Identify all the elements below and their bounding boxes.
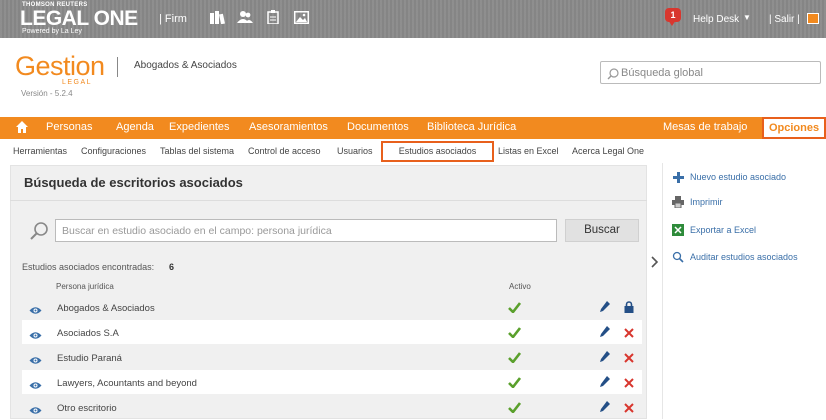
table-row[interactable]: Abogados & Asociados <box>22 295 642 319</box>
export-excel-link[interactable]: Exportar a Excel <box>672 224 756 236</box>
row-name: Asociados S.A <box>57 328 119 339</box>
table-row[interactable]: Asociados S.A <box>22 320 642 344</box>
results-count: 6 <box>169 262 175 272</box>
help-desk-link[interactable]: Help Desk <box>693 14 739 25</box>
header-divider <box>117 57 118 77</box>
eye-icon[interactable] <box>29 352 42 370</box>
subnav-usuarios[interactable]: Usuarios <box>337 146 373 156</box>
orange-square-icon[interactable] <box>807 13 819 24</box>
subnav-control-acceso[interactable]: Control de acceso <box>248 146 321 156</box>
column-header-activo[interactable]: Activo <box>509 282 531 291</box>
delete-icon[interactable] <box>624 400 634 418</box>
firm-name: Abogados & Asociados <box>134 60 237 71</box>
image-icon[interactable] <box>293 9 309 25</box>
subnav-acerca[interactable]: Acerca Legal One <box>572 146 644 156</box>
logo-text: Gestion <box>15 51 105 81</box>
subnav-estudios-asociados[interactable]: Estudios asociados <box>381 141 494 162</box>
delete-icon[interactable] <box>624 325 634 343</box>
app-version: Versión - 5.2.4 <box>21 89 73 98</box>
table-row[interactable]: Estudio Paraná <box>22 345 642 369</box>
users-icon[interactable] <box>237 9 253 25</box>
brand-powered: Powered by La Ley <box>22 28 82 35</box>
chevron-down-icon[interactable]: ▼ <box>743 13 751 22</box>
eye-icon[interactable] <box>29 402 42 420</box>
global-search-input[interactable]: Búsqueda global <box>600 61 821 84</box>
pencil-icon[interactable] <box>600 300 610 318</box>
chevron-right-icon[interactable] <box>651 256 659 271</box>
lock-icon[interactable] <box>624 300 634 318</box>
app-logo[interactable]: Gestion LEGAL <box>15 51 105 86</box>
eye-icon[interactable] <box>29 302 42 320</box>
eye-icon[interactable] <box>29 327 42 345</box>
top-bar: THOMSON REUTERS LEGAL ONE Powered by La … <box>0 0 826 38</box>
nav-item-mesas[interactable]: Mesas de trabajo <box>663 121 747 133</box>
check-icon <box>508 350 522 368</box>
home-icon[interactable] <box>15 120 29 139</box>
nav-item-personas[interactable]: Personas <box>46 121 92 133</box>
new-associate-label: Nuevo estudio asociado <box>690 172 787 182</box>
print-label: Imprimir <box>690 197 723 207</box>
table-row[interactable]: Otro escritorio <box>22 395 642 419</box>
print-link[interactable]: Imprimir <box>672 196 723 208</box>
check-icon <box>508 400 522 418</box>
delete-icon[interactable] <box>624 350 634 368</box>
row-name: Abogados & Asociados <box>57 303 155 314</box>
search-icon <box>29 221 49 246</box>
nav-item-expedientes[interactable]: Expedientes <box>169 121 230 133</box>
pencil-icon[interactable] <box>600 350 610 368</box>
panel-divider <box>10 200 647 201</box>
nav-item-biblioteca[interactable]: Biblioteca Jurídica <box>427 121 516 133</box>
notification-tail <box>668 20 676 26</box>
export-excel-label: Exportar a Excel <box>690 225 757 235</box>
results-count-label: Estudios asociados encontradas: <box>22 262 155 272</box>
nav-item-opciones[interactable]: Opciones <box>762 117 826 139</box>
table-row[interactable]: Lawyers, Acountants and beyond <box>22 370 642 394</box>
subnav-listas-excel[interactable]: Listas en Excel <box>498 146 559 156</box>
subnav-tablas[interactable]: Tablas del sistema <box>160 146 234 156</box>
pencil-icon[interactable] <box>600 375 610 393</box>
printer-icon <box>672 196 684 208</box>
audit-label: Auditar estudios asociados <box>690 252 798 262</box>
new-associate-link[interactable]: Nuevo estudio asociado <box>672 171 786 183</box>
search-button[interactable]: Buscar <box>565 219 639 242</box>
row-name: Lawyers, Acountants and beyond <box>57 378 197 389</box>
top-icon-group <box>209 9 309 25</box>
clipboard-icon[interactable] <box>265 9 281 25</box>
sidebar-divider <box>662 163 663 419</box>
pencil-icon[interactable] <box>600 400 610 418</box>
delete-icon[interactable] <box>624 375 634 393</box>
subnav-herramientas[interactable]: Herramientas <box>13 146 67 156</box>
associate-search-input[interactable]: Buscar en estudio asociado en el campo: … <box>55 219 557 242</box>
global-search-placeholder: Búsqueda global <box>621 67 703 79</box>
magnifier-icon <box>672 251 684 263</box>
associate-search-placeholder: Buscar en estudio asociado en el campo: … <box>62 225 332 237</box>
nav-item-asesoramientos[interactable]: Asesoramientos <box>249 121 328 133</box>
plus-icon <box>672 171 684 183</box>
eye-icon[interactable] <box>29 377 42 395</box>
check-icon <box>508 375 522 393</box>
notification-badge[interactable]: 1 <box>665 8 681 26</box>
row-name: Estudio Paraná <box>57 353 122 364</box>
page-title: Búsqueda de escritorios asociados <box>24 175 243 190</box>
subnav-configuraciones[interactable]: Configuraciones <box>81 146 146 156</box>
logout-link[interactable]: | Salir | <box>769 14 800 25</box>
nav-opciones-label: Opciones <box>768 122 820 134</box>
pencil-icon[interactable] <box>600 325 610 343</box>
nav-item-agenda[interactable]: Agenda <box>116 121 154 133</box>
audit-link[interactable]: Auditar estudios asociados <box>672 251 798 263</box>
nav-item-documentos[interactable]: Documentos <box>347 121 409 133</box>
subnav-estudios-label: Estudios asociados <box>398 146 477 156</box>
main-nav: Personas Agenda Expedientes Asesoramient… <box>0 117 826 139</box>
logo-subtitle: LEGAL <box>62 79 93 86</box>
row-name: Otro escritorio <box>57 403 117 414</box>
column-header-persona[interactable]: Persona jurídica <box>56 282 114 291</box>
firm-link[interactable]: | Firm <box>159 13 187 25</box>
check-icon <box>508 325 522 343</box>
search-icon <box>607 67 619 85</box>
excel-icon <box>672 224 684 236</box>
check-icon <box>508 300 522 318</box>
books-icon[interactable] <box>209 9 225 25</box>
